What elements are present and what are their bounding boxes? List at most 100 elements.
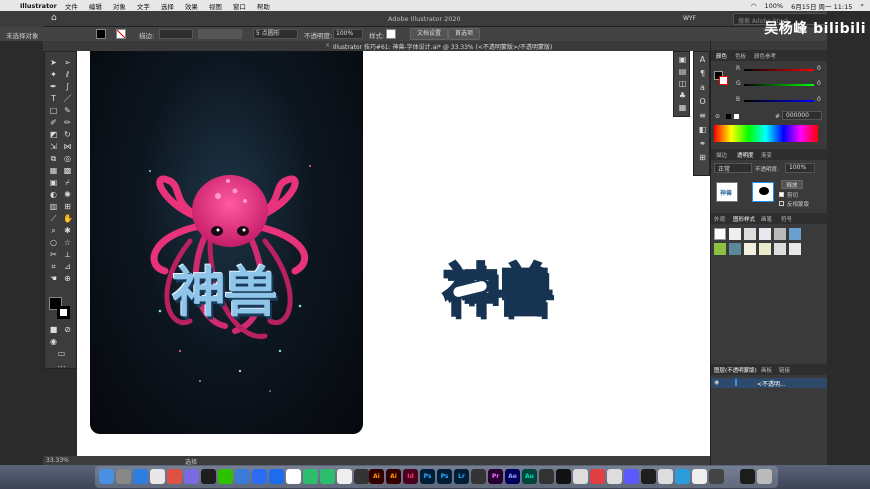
symbol-sprayer-icon[interactable]: ✺ xyxy=(63,190,72,199)
wifi-icon[interactable]: ◠ xyxy=(751,2,757,10)
puppet-warp-icon[interactable]: ✱ xyxy=(63,226,72,235)
canvas[interactable]: 神兽 神兽 xyxy=(77,51,710,456)
lasso-tool-icon[interactable]: ℓ xyxy=(63,70,72,79)
finder-icon[interactable] xyxy=(99,469,114,484)
pathfinder-icon[interactable]: ◫ xyxy=(678,79,687,88)
app-white-icon[interactable] xyxy=(658,469,673,484)
transform-icon[interactable]: ▣ xyxy=(678,55,687,64)
close-tab-icon[interactable]: × xyxy=(325,42,330,49)
app-green-icon[interactable] xyxy=(320,469,335,484)
style-swatch-5[interactable] xyxy=(774,228,786,240)
sketch-icon[interactable] xyxy=(337,469,352,484)
document-setup-button[interactable]: 文档设置 xyxy=(410,28,449,40)
blend-tool-icon[interactable]: ◐ xyxy=(49,190,58,199)
visibility-eye-icon[interactable]: ◉ xyxy=(714,379,719,386)
menu-select[interactable]: 选择 xyxy=(161,1,174,11)
indesign-icon[interactable]: Id xyxy=(403,469,418,484)
safari-icon[interactable] xyxy=(133,469,148,484)
style-swatch-3[interactable] xyxy=(744,228,756,240)
tab-transparency[interactable]: 透明度 xyxy=(737,151,754,159)
shape-builder-icon[interactable]: ◎ xyxy=(63,154,72,163)
clock[interactable]: 6月15日 周一 11:15 xyxy=(791,1,852,11)
tab-color-guide[interactable]: 颜色参考 xyxy=(754,52,776,60)
width-tool-icon[interactable]: ⋈ xyxy=(63,142,72,151)
tab-links[interactable]: 链接 xyxy=(779,366,790,374)
curvature-tool-icon[interactable]: ∫ xyxy=(63,82,72,91)
fill-swatch[interactable] xyxy=(96,29,106,39)
release-button[interactable]: 释放 xyxy=(781,180,803,189)
style-swatch-9[interactable] xyxy=(744,243,756,255)
gradient-tool-icon[interactable]: ▣ xyxy=(49,178,58,187)
menu-object[interactable]: 对象 xyxy=(113,1,126,11)
none-swatch-icon[interactable]: ⊘ xyxy=(715,113,720,120)
app-red-icon[interactable] xyxy=(590,469,605,484)
swatches-icon[interactable]: ▦ xyxy=(678,103,687,112)
slice-tool-icon[interactable]: ⟋ xyxy=(49,214,58,223)
paragraph-icon[interactable]: ¶ xyxy=(698,69,707,78)
graph-tool-icon[interactable]: ▥ xyxy=(49,202,58,211)
scissors-tool-icon[interactable]: ✂ xyxy=(49,250,58,259)
hand-tool-icon[interactable]: ✋ xyxy=(63,214,73,223)
layer-name[interactable]: <不透明... xyxy=(757,379,786,388)
opacity-field[interactable]: 100% xyxy=(333,29,363,39)
evernote-icon[interactable] xyxy=(303,469,318,484)
launchpad-icon[interactable] xyxy=(116,469,131,484)
app-icon[interactable] xyxy=(184,469,199,484)
channel-g-slider[interactable] xyxy=(744,84,814,86)
mesh-tool-icon[interactable]: ▩ xyxy=(63,166,72,175)
style-swatch-2[interactable] xyxy=(729,228,741,240)
aftereffects-icon[interactable]: Ae xyxy=(505,469,520,484)
hand-icon[interactable]: ☚ xyxy=(49,274,58,283)
app-cyan-icon[interactable] xyxy=(675,469,690,484)
premiere-icon[interactable]: Pr xyxy=(488,469,503,484)
stroke-color-box[interactable] xyxy=(57,306,70,319)
white-swatch[interactable] xyxy=(734,114,739,119)
direct-selection-tool-icon[interactable]: ➢ xyxy=(63,58,72,67)
panel-opacity-field[interactable]: 100% xyxy=(785,163,815,173)
channel-b-slider[interactable] xyxy=(744,100,814,102)
screen-mode-icon[interactable]: ▭ xyxy=(57,349,66,358)
ellipse-tool-icon[interactable]: ○ xyxy=(49,238,58,247)
tab-artboards[interactable]: 画板 xyxy=(761,366,772,374)
davinci-icon[interactable] xyxy=(556,469,571,484)
style-swatch-10[interactable] xyxy=(759,243,771,255)
style-swatch-12[interactable] xyxy=(789,243,801,255)
magic-wand-icon[interactable]: ✦ xyxy=(49,70,58,79)
artwork-title[interactable]: 神兽 xyxy=(172,248,278,327)
glyphs-icon[interactable]: a xyxy=(698,83,707,92)
finalcut-icon[interactable] xyxy=(471,469,486,484)
illustrator-icon-1[interactable]: Ai xyxy=(369,469,384,484)
preferences-button[interactable]: 首选项 xyxy=(448,28,481,40)
menu-help[interactable]: 帮助 xyxy=(257,1,270,11)
qq-icon[interactable] xyxy=(201,469,216,484)
eyedropper-icon[interactable]: ⌿ xyxy=(63,178,72,187)
style-swatch-8[interactable] xyxy=(729,243,741,255)
document-tab[interactable]: × Illustrator 技巧#61: 神兽-字体设计.ai* @ 33.33… xyxy=(43,41,710,51)
color-mode-icon[interactable]: ■ xyxy=(49,325,58,334)
crop-tool-icon[interactable]: ⌗ xyxy=(49,262,58,271)
battery-label[interactable]: 100% xyxy=(764,2,783,10)
links-icon[interactable]: ⚭ xyxy=(698,139,707,148)
style-swatch-6[interactable] xyxy=(789,228,801,240)
menu-file[interactable]: 文件 xyxy=(65,1,78,11)
trash-icon[interactable] xyxy=(757,469,772,484)
line-tool-icon[interactable]: ／ xyxy=(63,94,72,103)
pan-icon[interactable] xyxy=(269,469,284,484)
mask-thumbnail[interactable] xyxy=(752,182,774,202)
brush-definition[interactable]: 5 点圆形 xyxy=(253,29,298,39)
knife-tool-icon[interactable]: ⟂ xyxy=(63,250,72,259)
zoom-tool-icon[interactable]: ⌕ xyxy=(49,226,58,235)
hex-field[interactable]: 000000 xyxy=(782,111,822,120)
object-thumbnail[interactable]: 神兽 xyxy=(716,182,738,202)
app-blue-icon[interactable] xyxy=(624,469,639,484)
type-tool-icon[interactable]: T xyxy=(49,94,58,103)
clip-checkbox[interactable] xyxy=(779,192,784,197)
artboard[interactable]: 神兽 xyxy=(90,51,363,434)
layers-icon[interactable]: ◧ xyxy=(698,125,707,134)
align-icon[interactable]: ▤ xyxy=(678,67,687,76)
tab-graphic-styles[interactable]: 图形样式 xyxy=(733,215,755,223)
rotate-tool-icon[interactable]: ↻ xyxy=(63,130,72,139)
style-swatch-11[interactable] xyxy=(774,243,786,255)
menu-window[interactable]: 窗口 xyxy=(233,1,246,11)
rectangle-tool-icon[interactable]: □ xyxy=(49,106,58,115)
